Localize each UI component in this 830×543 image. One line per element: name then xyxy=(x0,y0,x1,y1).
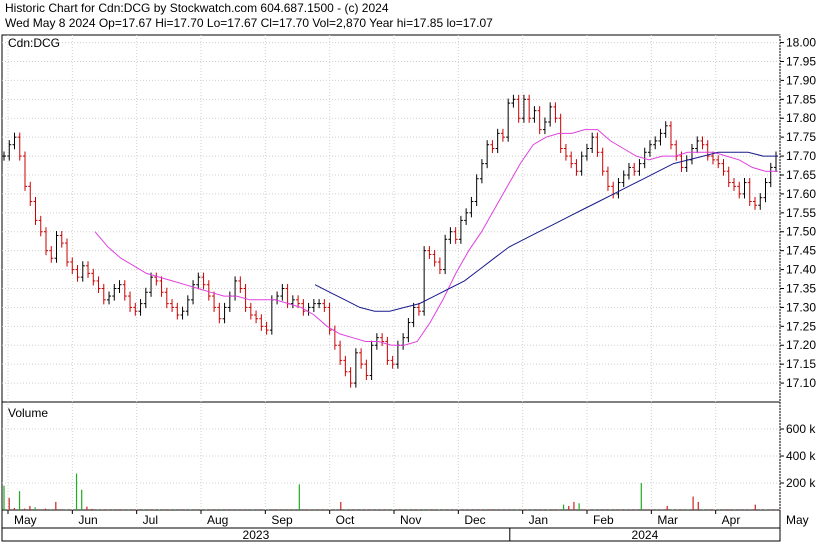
price-tick-label: 17.55 xyxy=(786,206,816,220)
month-tick-label: Dec xyxy=(464,513,485,527)
month-tick-label: Mar xyxy=(657,513,678,527)
price-tick-label: 17.10 xyxy=(786,376,816,390)
price-tick-label: 17.35 xyxy=(786,281,816,295)
volume-tick-label: 600 k xyxy=(786,422,816,436)
price-tick-label: 17.15 xyxy=(786,357,816,371)
price-tick-label: 17.50 xyxy=(786,225,816,239)
price-panel xyxy=(1,34,781,403)
price-tick-label: 17.80 xyxy=(786,111,816,125)
volume-panel xyxy=(1,401,781,511)
month-tick-label: Jan xyxy=(529,513,548,527)
month-tick-label: Jul xyxy=(143,513,158,527)
year-axis-panel xyxy=(1,527,781,542)
price-tick-label: 17.65 xyxy=(786,168,816,182)
price-tick-label: 17.30 xyxy=(786,300,816,314)
volume-tick-label: 400 k xyxy=(786,449,816,463)
price-tick-label: 17.20 xyxy=(786,338,816,352)
month-tick-label: Feb xyxy=(593,513,614,527)
month-tick-label: May xyxy=(786,513,809,527)
price-tick-label: 17.45 xyxy=(786,244,816,258)
month-tick-label: Sep xyxy=(271,513,293,527)
volume-label: Volume xyxy=(8,406,48,420)
volume-tick-label: 200 k xyxy=(786,476,816,490)
year-label: 2024 xyxy=(632,528,659,542)
price-tick-label: 17.75 xyxy=(786,130,816,144)
price-tick-label: 17.40 xyxy=(786,263,816,277)
price-tick-label: 17.85 xyxy=(786,92,816,106)
price-tick-label: 17.90 xyxy=(786,73,816,87)
month-tick-label: Oct xyxy=(336,513,355,527)
month-tick-label: Jun xyxy=(78,513,97,527)
symbol-label: Cdn:DCG xyxy=(8,36,60,50)
year-label: 2023 xyxy=(243,528,270,542)
price-tick-label: 17.95 xyxy=(786,54,816,68)
month-tick-label: Aug xyxy=(207,513,228,527)
month-tick-label: Nov xyxy=(400,513,421,527)
month-tick-label: May xyxy=(14,513,37,527)
month-tick-label: Apr xyxy=(722,513,741,527)
price-tick-label: 17.25 xyxy=(786,319,816,333)
price-tick-label: 18.00 xyxy=(786,36,816,50)
stock-chart: 18.00 17.95 17.90 17.85 17.80 17.75 17.70 17.65… xyxy=(1,34,816,542)
price-tick-label: 17.70 xyxy=(786,149,816,163)
price-tick-label: 17.60 xyxy=(786,187,816,201)
